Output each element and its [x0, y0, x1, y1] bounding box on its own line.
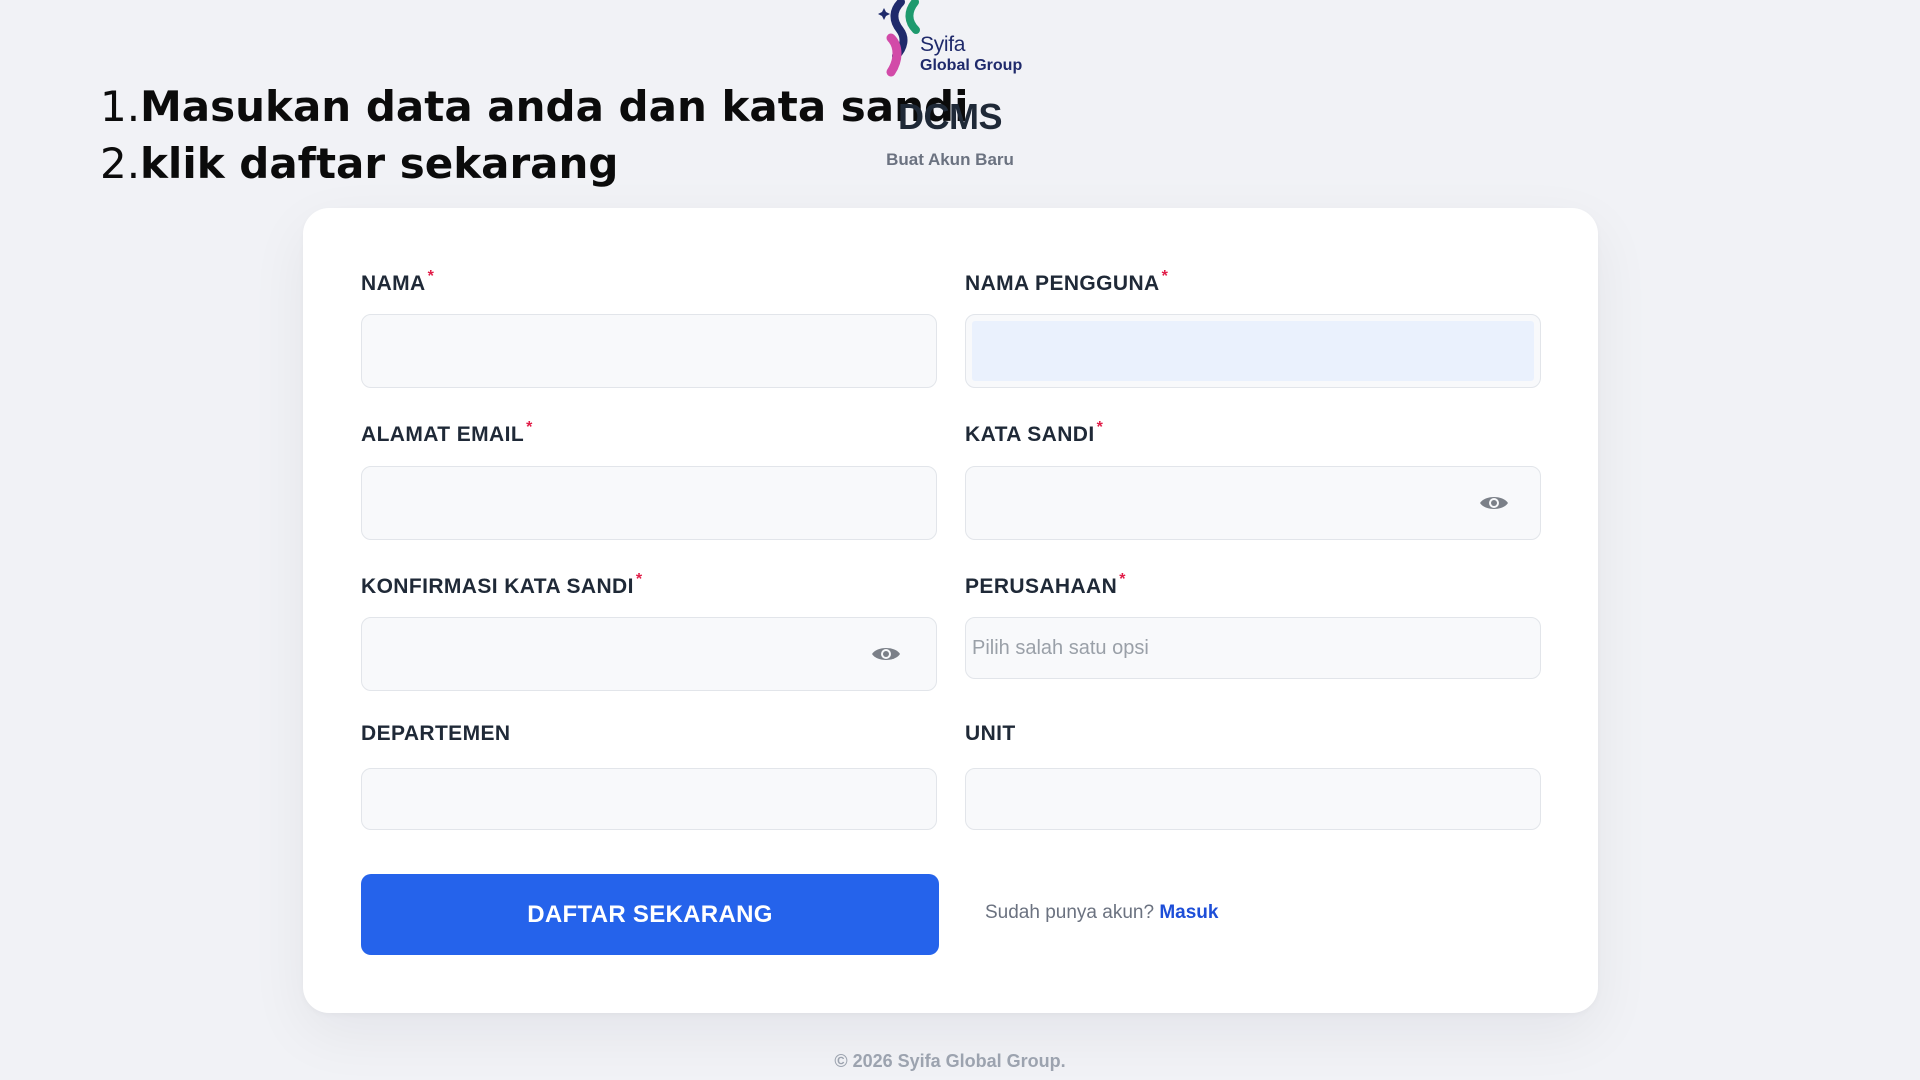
login-prompt-text: Sudah punya akun? — [985, 902, 1155, 923]
departemen-label-text: DEPARTEMEN — [361, 722, 511, 745]
brand-logo: Syifa Global Group — [878, 0, 1028, 78]
required-mark: * — [1161, 268, 1169, 285]
email-input[interactable] — [361, 466, 937, 540]
login-prompt-row: Sudah punya akun? Masuk — [985, 902, 1218, 924]
alamat-email-label: ALAMAT EMAIL * — [361, 419, 533, 447]
nama-pengguna-label: NAMA PENGGUNA * — [965, 268, 1168, 296]
eye-icon[interactable] — [871, 644, 901, 664]
nama-input[interactable] — [361, 314, 937, 388]
konfirmasi-kata-sandi-label-text: KONFIRMASI KATA SANDI — [361, 575, 634, 598]
eye-icon[interactable] — [1479, 493, 1509, 513]
logo-group-text: Global Group — [920, 57, 1023, 74]
masuk-link[interactable]: Masuk — [1159, 902, 1218, 923]
copyright-footer: © 2026 Syifa Global Group. — [834, 1051, 1066, 1071]
required-mark: * — [635, 571, 643, 588]
unit-label: UNIT — [965, 722, 1016, 746]
kata-sandi-label-text: KATA SANDI — [965, 423, 1095, 446]
unit-label-text: UNIT — [965, 722, 1016, 745]
perusahaan-label-text: PERUSAHAAN — [965, 575, 1118, 598]
alamat-email-label-text: ALAMAT EMAIL — [361, 423, 525, 446]
departemen-select[interactable] — [361, 768, 937, 830]
page-subtitle: Buat Akun Baru — [886, 150, 1014, 169]
perusahaan-select[interactable]: Pilih salah satu opsi — [965, 617, 1541, 679]
password-input[interactable] — [965, 466, 1541, 540]
required-mark: * — [1096, 419, 1104, 436]
nama-pengguna-label-text: NAMA PENGGUNA — [965, 272, 1160, 295]
perusahaan-placeholder: Pilih salah satu opsi — [972, 636, 1149, 659]
required-mark: * — [526, 419, 533, 436]
logo-wordmark: Syifa — [920, 33, 966, 56]
register-card: NAMA * NAMA PENGGUNA * ALAMAT EMAIL * KATA … — [303, 208, 1598, 1013]
unit-select[interactable] — [965, 768, 1541, 830]
nama-label: NAMA * — [361, 268, 434, 296]
kata-sandi-label: KATA SANDI * — [965, 419, 1103, 447]
departemen-label: DEPARTEMEN — [361, 722, 510, 746]
required-mark: * — [1119, 571, 1126, 588]
nama-pengguna-input[interactable] — [965, 314, 1541, 388]
perusahaan-label: PERUSAHAAN * — [965, 571, 1126, 599]
confirm-password-input[interactable] — [361, 617, 937, 691]
sparkle-icon — [878, 8, 890, 20]
daftar-sekarang-button[interactable]: DAFTAR SEKARANG — [361, 874, 939, 955]
required-mark: * — [427, 268, 435, 285]
konfirmasi-kata-sandi-label: KONFIRMASI KATA SANDI * — [361, 571, 642, 599]
nama-label-text: NAMA — [361, 272, 426, 295]
app-title: DCMS — [898, 96, 1003, 137]
